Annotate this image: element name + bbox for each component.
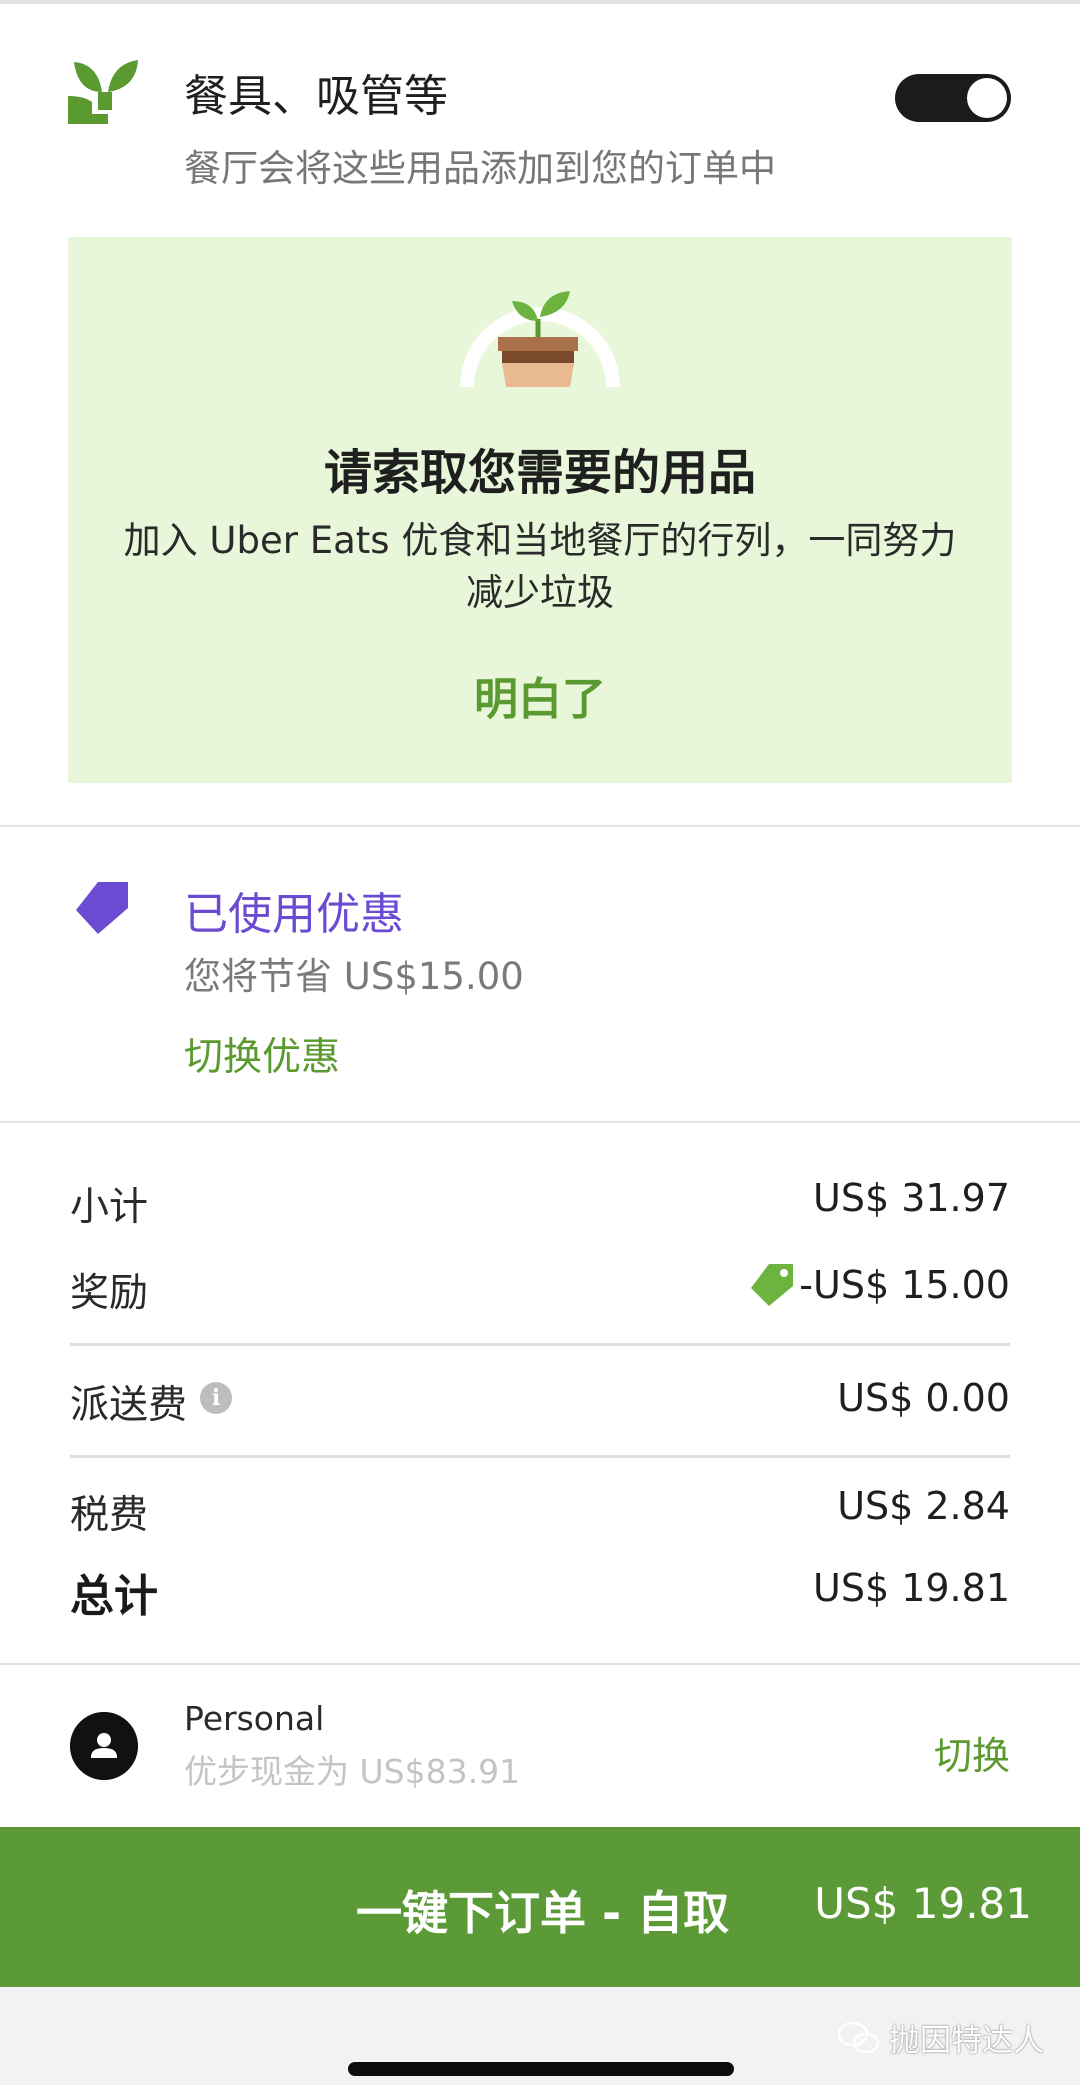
place-order-button[interactable]: 一键下订单 - 自取 US$ 19.81 <box>0 1827 1080 1987</box>
eco-card-body: 加入 Uber Eats 优食和当地餐厅的行列，一同努力减少垃圾 <box>123 519 957 614</box>
promotion-saving: 您将节省 US$15.00 <box>184 955 524 998</box>
section-divider <box>0 825 1080 827</box>
tax-label: 税费 <box>70 1493 149 1538</box>
info-icon[interactable]: i <box>200 1382 232 1414</box>
payment-method: Personal 优步现金为 US$83.91 切换 <box>0 1665 1080 1827</box>
switch-payment-link[interactable]: 切换 <box>934 1725 1010 1780</box>
utensils-title: 餐具、吸管等 <box>184 71 448 122</box>
delivery-fee-value: US$ 0.00 <box>837 1376 1010 1420</box>
sprout-icon <box>68 60 138 124</box>
section-divider <box>0 1121 1080 1123</box>
watermark-text: 抛因特达人 <box>889 2023 1044 2059</box>
tag-icon <box>76 882 128 934</box>
promotion-title: 已使用优惠 <box>184 889 404 940</box>
summary-rule <box>70 1455 1010 1458</box>
switch-promotion-link[interactable]: 切换优惠 <box>184 1026 340 1082</box>
person-icon <box>70 1712 138 1780</box>
reward-row-value: -US$ 15.00 <box>749 1262 1010 1308</box>
summary-rule <box>70 1343 1010 1346</box>
reward-value: -US$ 15.00 <box>799 1263 1010 1307</box>
toggle-knob <box>967 78 1007 118</box>
utensils-section: 餐具、吸管等 餐厅会将这些用品添加到您的订单中 请索取您需要的用品 加入 Ube… <box>0 4 1080 824</box>
utensils-subtitle: 餐厅会将这些用品添加到您的订单中 <box>184 147 776 190</box>
subtotal-value: US$ 31.97 <box>813 1176 1010 1220</box>
home-indicator[interactable] <box>348 2062 734 2076</box>
delivery-fee-label: 派送费 <box>70 1383 188 1428</box>
potted-plant-icon <box>460 291 620 387</box>
eco-card-title: 请索取您需要的用品 <box>323 445 756 501</box>
reward-label: 奖励 <box>70 1271 149 1316</box>
utensils-toggle[interactable] <box>895 74 1011 122</box>
tax-value: US$ 2.84 <box>837 1484 1010 1528</box>
total-label: 总计 <box>70 1571 158 1622</box>
total-value: US$ 19.81 <box>813 1566 1010 1610</box>
watermark: 抛因特达人 <box>837 2015 1044 2060</box>
bottom-safe-area: 抛因特达人 <box>0 1987 1080 2085</box>
place-order-label: 一键下订单 - 自取 <box>356 1886 730 1940</box>
place-order-price: US$ 19.81 <box>814 1879 1032 1928</box>
payment-profile-name: Personal <box>184 1699 325 1738</box>
got-it-button[interactable]: 明白了 <box>68 663 1012 727</box>
subtotal-label: 小计 <box>70 1185 149 1230</box>
eco-reminder-card: 请索取您需要的用品 加入 Uber Eats 优食和当地餐厅的行列，一同努力减少… <box>68 237 1012 783</box>
uber-cash-balance: 优步现金为 US$83.91 <box>184 1752 521 1791</box>
wechat-icon <box>837 2021 880 2053</box>
reward-tag-icon <box>751 1264 794 1306</box>
